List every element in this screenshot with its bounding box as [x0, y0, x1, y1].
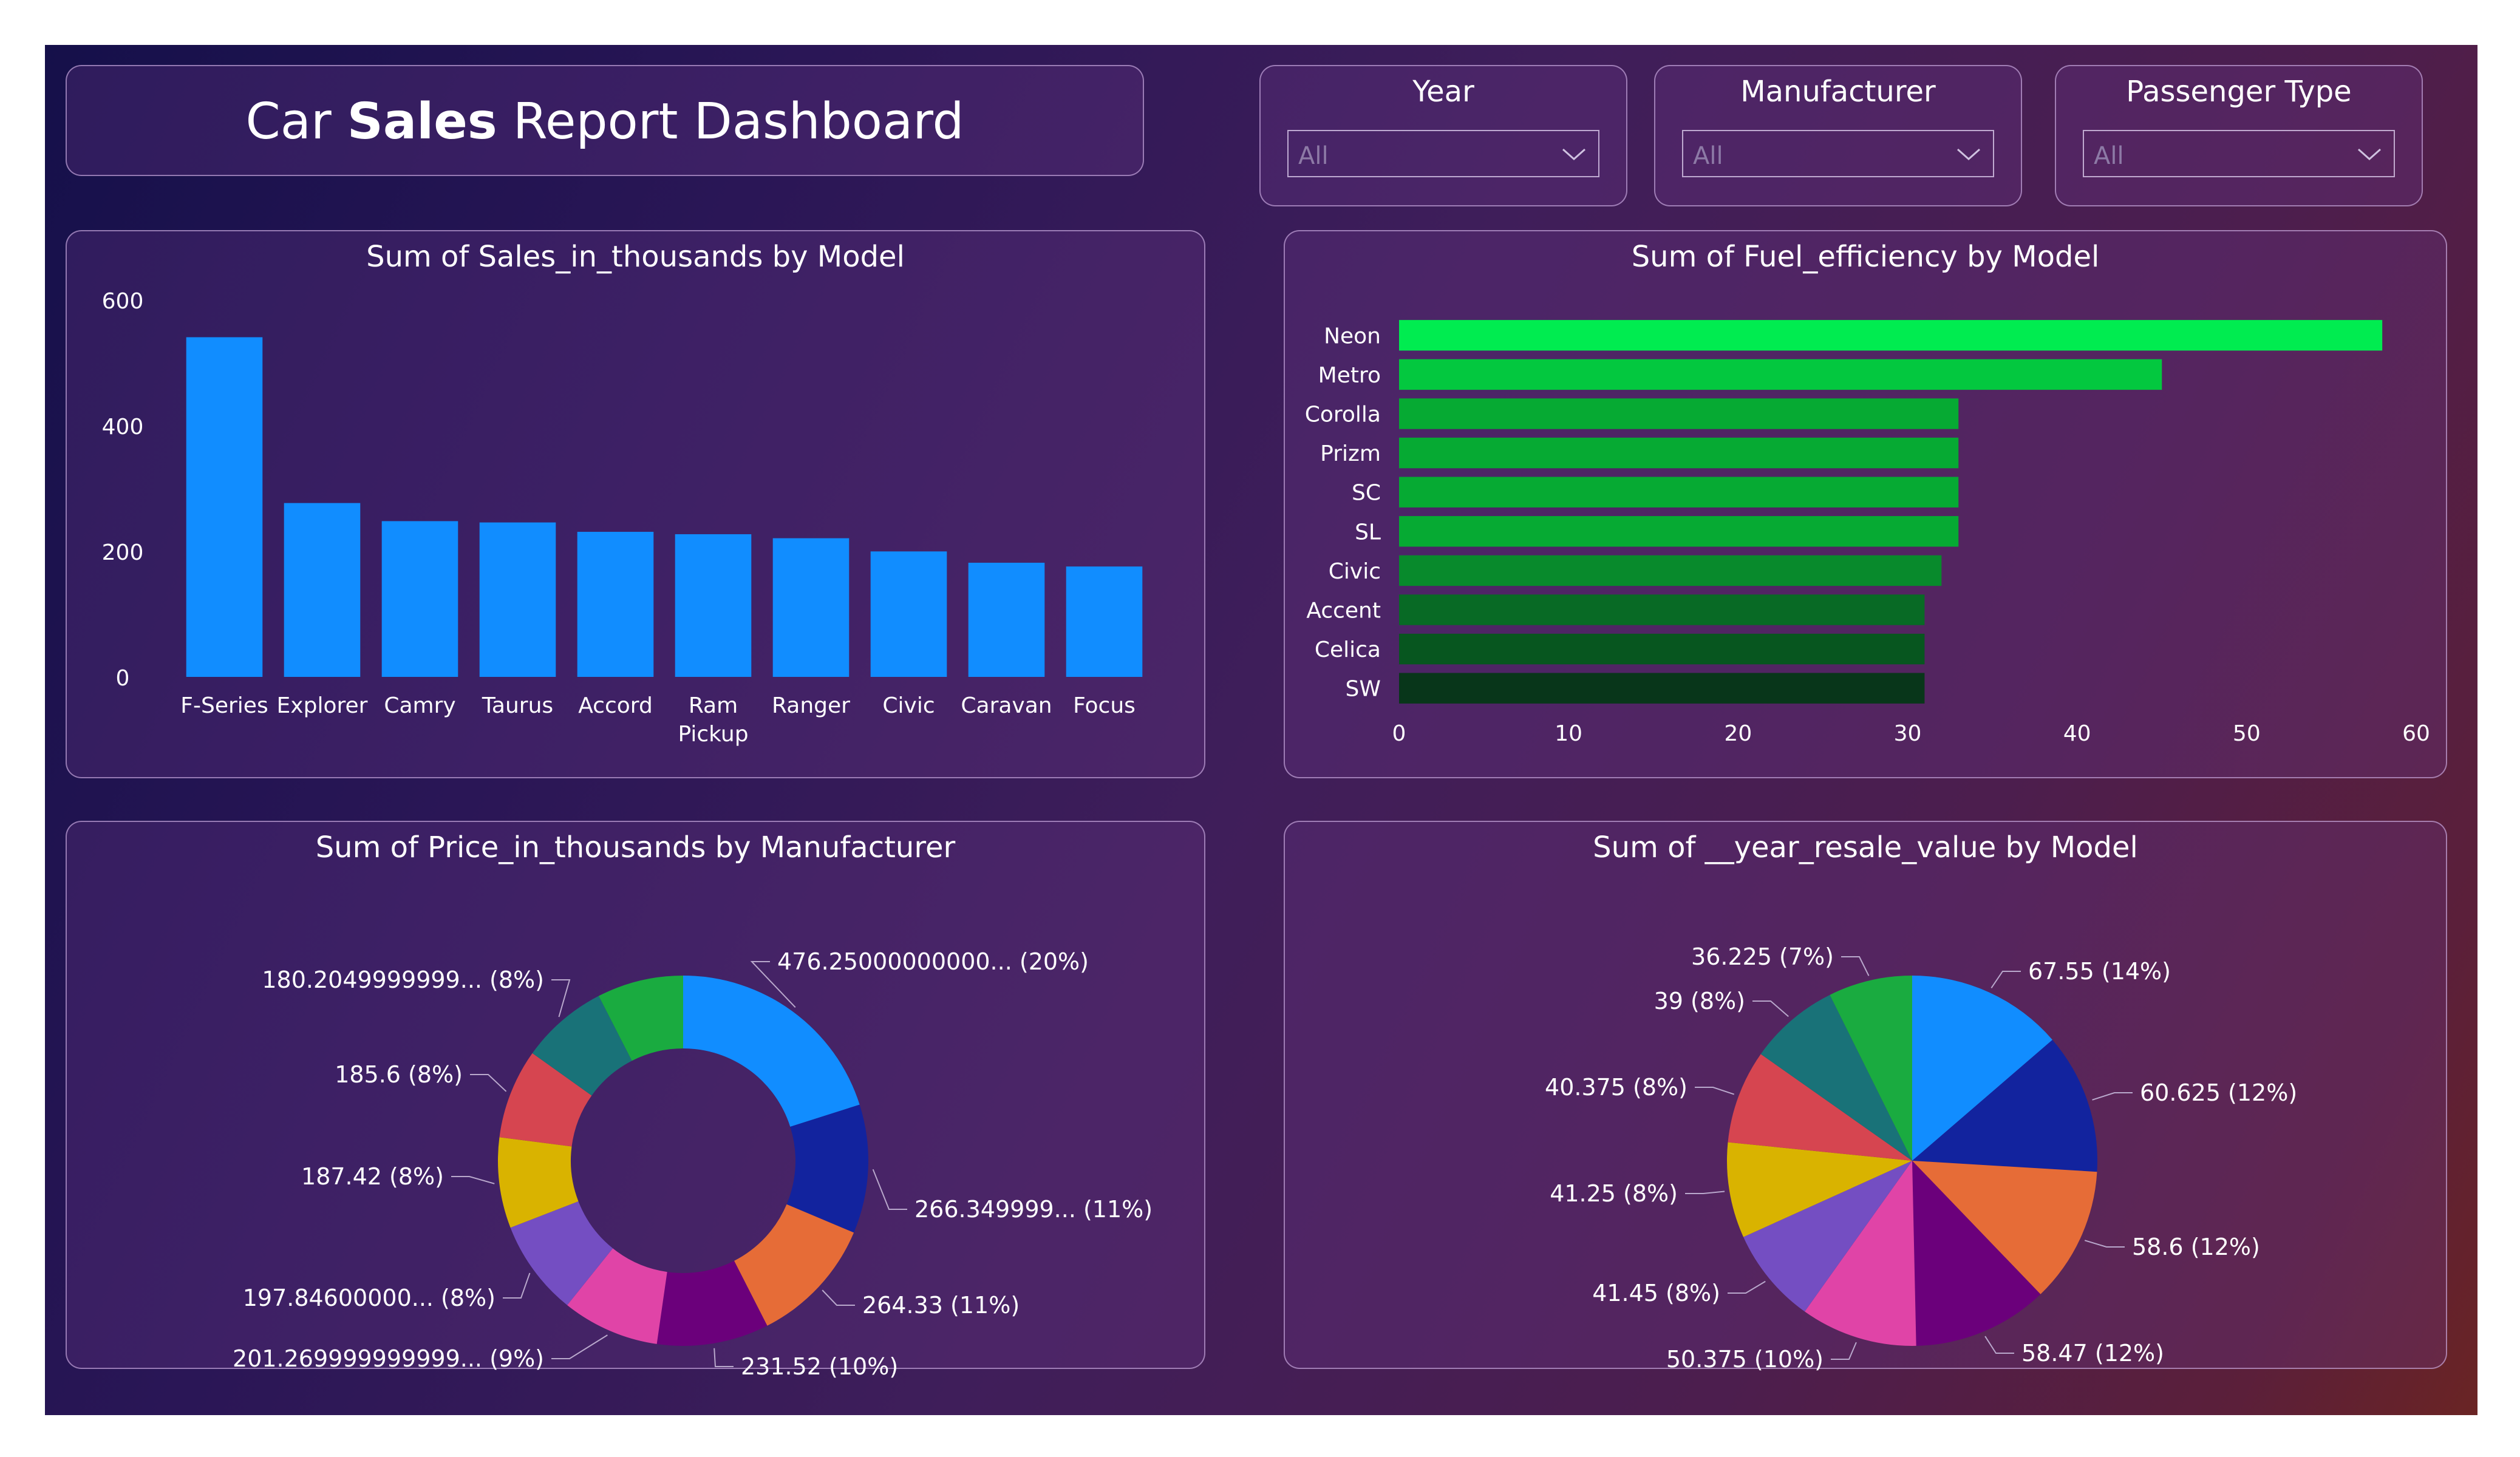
data-label: 185.6 (8%) — [335, 1061, 463, 1088]
y-tick-label: SW — [1346, 677, 1381, 702]
bar — [284, 503, 361, 677]
bar — [1066, 566, 1143, 677]
data-label: 67.55 (14%) — [2028, 958, 2171, 985]
x-tick-label: 40 — [2063, 721, 2091, 746]
y-tick-label: Neon — [1324, 324, 1381, 348]
y-tick-label: Celica — [1315, 637, 1381, 662]
data-label: 476.25000000000... (20%) — [777, 948, 1089, 975]
bar — [1399, 359, 2162, 390]
y-tick-label: 600 — [102, 289, 144, 314]
x-tick-label: Ranger — [772, 693, 850, 718]
y-tick-label: 400 — [102, 415, 144, 440]
bar — [1399, 516, 1959, 547]
data-label: 180.2049999999... (8%) — [262, 966, 544, 993]
data-label: 60.625 (12%) — [2140, 1079, 2297, 1106]
leader-line — [1984, 1336, 2014, 1354]
data-label: 197.84600000... (8%) — [243, 1285, 495, 1311]
bar — [1399, 320, 2383, 351]
data-label: 266.349999... (11%) — [914, 1196, 1153, 1223]
bar — [1399, 437, 1959, 469]
leader-line — [503, 1272, 531, 1299]
x-tick-label: Camry — [384, 693, 455, 718]
leader-line — [551, 1334, 608, 1359]
bar — [1399, 594, 1925, 625]
leader-line — [1841, 956, 1870, 976]
data-label: 41.25 (8%) — [1550, 1180, 1678, 1207]
x-tick-label: F-Series — [180, 693, 268, 718]
bar — [870, 551, 947, 677]
bar — [381, 521, 458, 677]
x-tick-label: 20 — [1724, 721, 1752, 746]
bar — [577, 532, 654, 677]
y-tick-label: Accent — [1306, 599, 1381, 623]
data-label: 50.375 (10%) — [1666, 1346, 1824, 1373]
leader-line — [822, 1289, 855, 1306]
y-tick-label: 200 — [102, 540, 144, 565]
y-tick-label: Civic — [1329, 559, 1381, 584]
bar — [1399, 477, 1959, 508]
pie-slice — [683, 976, 860, 1127]
x-tick-label: Civic — [882, 693, 935, 718]
bar — [1399, 633, 1925, 665]
dashboard-canvas: Car Sales Report Dashboard Year All Manu… — [45, 45, 2477, 1415]
x-tick-label: 10 — [1555, 721, 1582, 746]
bar — [479, 522, 556, 677]
data-label: 264.33 (11%) — [862, 1292, 1020, 1319]
leader-line — [1695, 1087, 1735, 1095]
data-label: 58.6 (12%) — [2132, 1234, 2260, 1260]
bar — [1399, 673, 1925, 704]
data-label: 201.269999999999... (9%) — [233, 1345, 544, 1372]
y-tick-label: Corolla — [1305, 402, 1381, 427]
leader-line — [551, 979, 571, 1017]
bar — [1399, 555, 1942, 586]
leader-line — [1728, 1280, 1766, 1294]
bar — [186, 337, 263, 677]
leader-line — [470, 1074, 507, 1092]
data-label: 187.42 (8%) — [301, 1163, 444, 1190]
y-tick-label: SC — [1352, 481, 1381, 506]
leader-line — [2092, 1092, 2133, 1101]
data-label: 39 (8%) — [1654, 988, 1745, 1014]
x-tick-label: Focus — [1073, 693, 1136, 718]
x-tick-label: Ram Pickup — [678, 693, 748, 747]
x-tick-label: Accord — [578, 693, 653, 718]
data-label: 58.47 (12%) — [2021, 1340, 2164, 1367]
data-label: 41.45 (8%) — [1592, 1280, 1720, 1306]
data-label: 40.375 (8%) — [1545, 1074, 1687, 1101]
leader-line — [1990, 971, 2021, 989]
leader-line — [2084, 1240, 2125, 1248]
leader-line — [872, 1169, 907, 1210]
bar — [1399, 398, 1959, 429]
bar — [675, 534, 752, 677]
y-tick-label: 0 — [116, 666, 130, 691]
leader-line — [1685, 1190, 1725, 1194]
y-tick-label: Metro — [1318, 363, 1381, 388]
x-tick-label: Taurus — [482, 693, 553, 718]
x-tick-label: 0 — [1392, 721, 1406, 746]
x-tick-label: Explorer — [277, 693, 368, 718]
charts-layer: 0200400600F-Series Explorer Camry Taurus Acc… — [102, 289, 2430, 1380]
x-tick-label: 30 — [1894, 721, 1922, 746]
leader-line — [451, 1176, 495, 1184]
x-tick-label: 60 — [2402, 721, 2430, 746]
leader-line — [1752, 1000, 1789, 1017]
bar — [968, 562, 1045, 677]
leader-line — [1831, 1342, 1857, 1360]
x-tick-label: Caravan — [961, 693, 1052, 718]
bar — [772, 538, 850, 677]
data-label: 231.52 (10%) — [741, 1353, 898, 1380]
leader-line — [713, 1348, 734, 1367]
y-tick-label: Prizm — [1320, 441, 1381, 466]
y-tick-label: SL — [1355, 520, 1381, 545]
x-tick-label: 50 — [2233, 721, 2261, 746]
data-label: 36.225 (7%) — [1691, 943, 1834, 970]
